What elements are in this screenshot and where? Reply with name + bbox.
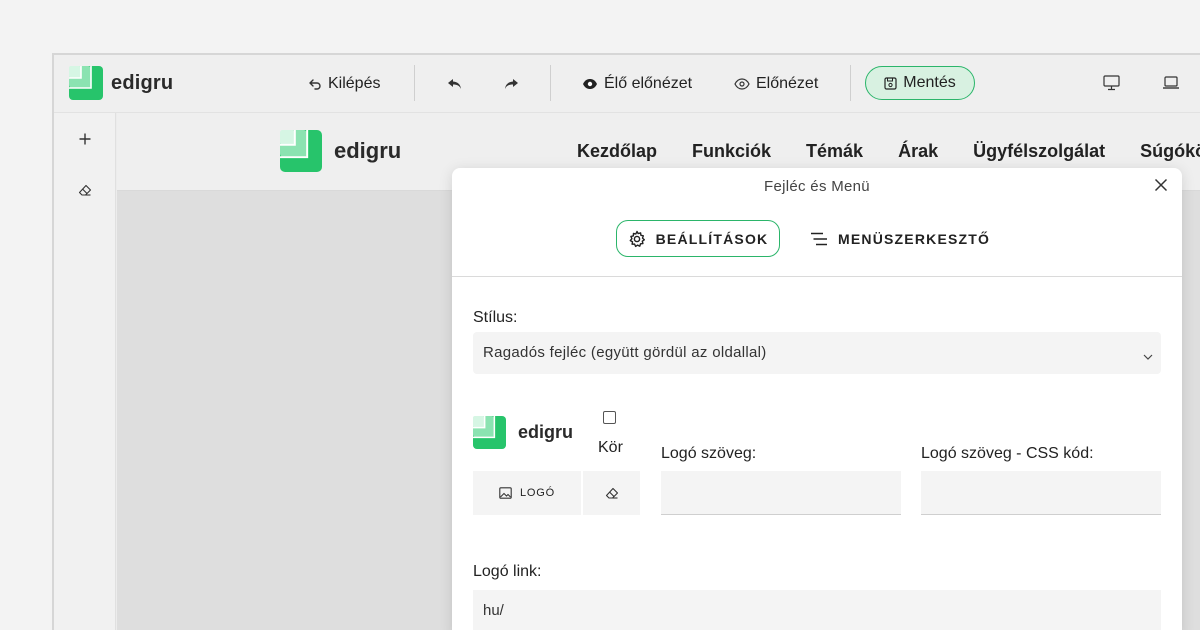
- eraser-icon: [605, 487, 618, 499]
- save-button[interactable]: Mentés: [865, 66, 975, 100]
- gear-icon: [628, 230, 646, 248]
- circle-label: Kör: [598, 439, 623, 456]
- close-button[interactable]: [1154, 178, 1170, 194]
- dialog-divider: [452, 276, 1182, 277]
- exit-button[interactable]: Kilépés: [308, 72, 380, 96]
- tab-settings-label: BEÁLLÍTÁSOK: [655, 230, 769, 247]
- site-brand-name: edigru: [334, 138, 402, 163]
- undo-icon: [447, 77, 463, 91]
- site-nav: Kezdőlap Funkciók Témák Árak Ügyfélszolg…: [577, 141, 1200, 162]
- dialog-title: Fejléc és Menü: [764, 178, 870, 195]
- eye-filled-icon: [582, 78, 598, 90]
- logo-css-label: Logó szöveg - CSS kód:: [921, 445, 1094, 462]
- upload-logo-label: LOGÓ: [520, 487, 555, 499]
- tab-settings[interactable]: BEÁLLÍTÁSOK: [616, 220, 780, 257]
- logo-preview: edigru: [473, 416, 573, 449]
- logo-preview-text: edigru: [518, 422, 574, 442]
- toolbar-divider: [850, 65, 851, 101]
- logo-link-value: hu/: [483, 602, 504, 619]
- site-nav-item[interactable]: Árak: [898, 141, 938, 162]
- redo-button[interactable]: [503, 72, 525, 96]
- app-brand[interactable]: edigru: [69, 66, 173, 100]
- preview-button[interactable]: Előnézet: [734, 72, 818, 96]
- logo-link-input[interactable]: hu/: [473, 590, 1161, 630]
- toolbar-divider: [414, 65, 415, 101]
- site-nav-item[interactable]: Ügyfélszolgálat: [973, 141, 1105, 162]
- logo-css-input[interactable]: [921, 471, 1161, 515]
- style-label: Stílus:: [473, 309, 518, 326]
- add-element-button[interactable]: [74, 128, 96, 150]
- app-brand-name: edigru: [111, 71, 174, 94]
- style-select-value: Ragadós fejléc (együtt gördül az oldalla…: [483, 344, 767, 361]
- edigru-logo-icon: [473, 416, 506, 449]
- logo-text-input[interactable]: [661, 471, 901, 515]
- edigru-logo-icon: [69, 66, 103, 100]
- circle-checkbox[interactable]: [603, 411, 616, 424]
- remove-logo-button[interactable]: [583, 471, 640, 515]
- laptop-view-icon[interactable]: [1162, 75, 1180, 96]
- toolbar-divider: [550, 65, 551, 101]
- site-nav-item[interactable]: Funkciók: [692, 141, 771, 162]
- image-icon: [499, 487, 512, 499]
- chevron-down-icon: [1143, 347, 1153, 364]
- logo-link-label: Logó link:: [473, 563, 542, 580]
- menu-lines-icon: [810, 232, 828, 246]
- save-label: Mentés: [903, 74, 956, 91]
- eraser-icon: [78, 184, 92, 196]
- plus-icon: [79, 133, 91, 145]
- site-nav-item[interactable]: Súgóközp: [1140, 141, 1200, 162]
- site-nav-item[interactable]: Témák: [806, 141, 863, 162]
- close-icon: [1154, 178, 1168, 192]
- desktop-view-icon[interactable]: [1103, 75, 1120, 96]
- style-select[interactable]: Ragadós fejléc (együtt gördül az oldalla…: [473, 332, 1161, 374]
- live-preview-label: Élő előnézet: [604, 75, 693, 92]
- upload-logo-button[interactable]: LOGÓ: [473, 471, 581, 515]
- exit-label: Kilépés: [328, 75, 381, 92]
- redo-icon: [503, 77, 519, 91]
- left-tool-rail: [54, 113, 116, 630]
- return-arrow-icon: [308, 77, 322, 91]
- site-nav-item[interactable]: Kezdőlap: [577, 141, 657, 162]
- tab-menu-editor-label: MENÜSZERKESZTŐ: [838, 230, 991, 247]
- edigru-logo-icon: [280, 130, 322, 172]
- live-preview-button[interactable]: Élő előnézet: [582, 72, 692, 96]
- header-menu-dialog: Fejléc és Menü BEÁLLÍTÁSOK MENÜSZERKESZT…: [452, 168, 1182, 630]
- site-brand[interactable]: edigru: [280, 130, 401, 172]
- tab-menu-editor[interactable]: MENÜSZERKESZTŐ: [810, 220, 990, 257]
- floppy-disk-icon: [884, 76, 897, 90]
- editor-toolbar: edigru Kilépés Élő előnézet Előnézet Men…: [54, 55, 1200, 113]
- eraser-button[interactable]: [74, 179, 96, 201]
- undo-button[interactable]: [447, 72, 469, 96]
- eye-icon: [734, 78, 750, 90]
- logo-text-label: Logó szöveg:: [661, 445, 757, 462]
- preview-label: Előnézet: [756, 75, 819, 92]
